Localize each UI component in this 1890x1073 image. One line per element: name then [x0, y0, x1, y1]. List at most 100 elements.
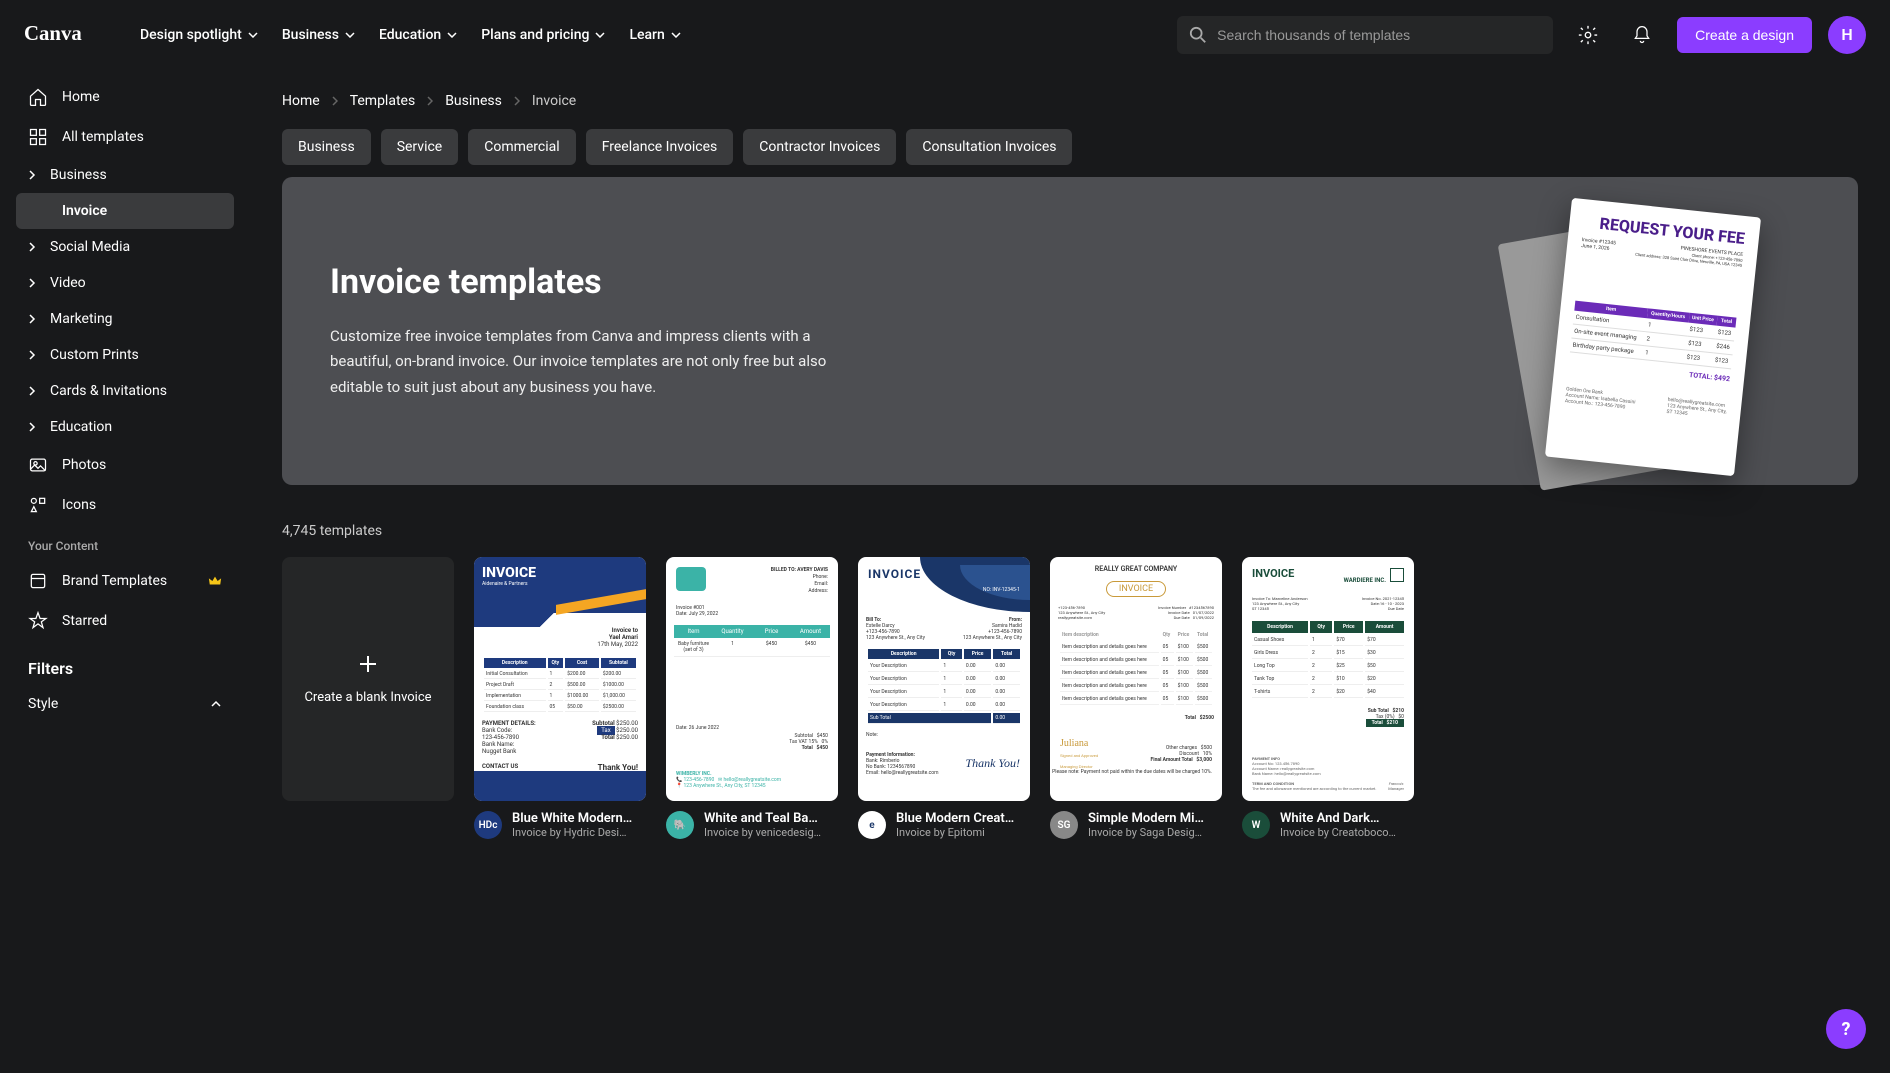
chip-contractor[interactable]: Contractor Invoices	[743, 129, 896, 165]
sidebar-item-business[interactable]: Business	[16, 157, 234, 193]
nav-learn[interactable]: Learn	[629, 27, 680, 43]
sidebar-item-label: Home	[62, 89, 100, 105]
your-content-heading: Your Content	[16, 525, 234, 561]
chevron-right-icon	[427, 96, 433, 106]
page-title: Invoice templates	[330, 262, 850, 302]
breadcrumb-templates[interactable]: Templates	[350, 93, 416, 109]
sidebar: Home All templates Business Invoice Soci…	[0, 69, 250, 1073]
chevron-right-icon	[28, 241, 36, 253]
template-card: BILLED TO: AVERY DAVISPhone:Email:Addres…	[666, 557, 838, 839]
nav-education[interactable]: Education	[379, 27, 457, 43]
chip-freelance[interactable]: Freelance Invoices	[586, 129, 734, 165]
templates-icon	[28, 127, 48, 147]
chip-business[interactable]: Business	[282, 129, 371, 165]
search-input[interactable]	[1217, 27, 1541, 43]
template-thumbnail[interactable]: BILLED TO: AVERY DAVISPhone:Email:Addres…	[666, 557, 838, 801]
author-avatar[interactable]: W	[1242, 811, 1270, 839]
canva-logo[interactable]: Canva	[24, 21, 104, 49]
template-title[interactable]: White and Teal Ba…	[704, 811, 838, 826]
sidebar-item-cards-invitations[interactable]: Cards & Invitations	[16, 373, 234, 409]
nav-plans-pricing[interactable]: Plans and pricing	[481, 27, 605, 43]
chevron-right-icon	[514, 96, 520, 106]
nav-menu: Design spotlight Business Education Plan…	[140, 27, 681, 43]
template-card: INVOICEAidenaire & Partners Invoice toYa…	[474, 557, 646, 839]
chip-consultation[interactable]: Consultation Invoices	[906, 129, 1072, 165]
search-icon	[1189, 26, 1207, 44]
content-area: Home Templates Business Invoice Business…	[250, 69, 1890, 1073]
sidebar-item-icons[interactable]: Icons	[16, 485, 234, 525]
create-design-button[interactable]: Create a design	[1677, 17, 1812, 53]
nav-label: Learn	[629, 27, 664, 43]
filter-chips: Business Service Commercial Freelance In…	[282, 129, 1858, 165]
sidebar-item-social-media[interactable]: Social Media	[16, 229, 234, 265]
author-avatar[interactable]: e	[858, 811, 886, 839]
sidebar-item-label: All templates	[62, 129, 144, 145]
sidebar-item-video[interactable]: Video	[16, 265, 234, 301]
sidebar-item-label: Education	[50, 419, 112, 435]
template-title[interactable]: Blue White Modern…	[512, 811, 646, 826]
template-thumbnail[interactable]: INVOICEWARDIERE INC. Invoice To: Marceli…	[1242, 557, 1414, 801]
sidebar-item-label: Video	[50, 275, 86, 291]
breadcrumb-home[interactable]: Home	[282, 93, 320, 109]
sidebar-item-home[interactable]: Home	[16, 77, 234, 117]
sidebar-item-education[interactable]: Education	[16, 409, 234, 445]
nav-business[interactable]: Business	[282, 27, 355, 43]
template-thumbnail[interactable]: INVOICEAidenaire & Partners Invoice toYa…	[474, 557, 646, 801]
sidebar-item-all-templates[interactable]: All templates	[16, 117, 234, 157]
template-title[interactable]: White And Dark…	[1280, 811, 1414, 826]
sidebar-item-label: Starred	[62, 613, 107, 629]
author-avatar[interactable]: HDc	[474, 811, 502, 839]
template-title[interactable]: Simple Modern Mi…	[1088, 811, 1222, 826]
avatar[interactable]: H	[1828, 16, 1866, 54]
sidebar-item-label: Invoice	[62, 203, 107, 219]
filter-style[interactable]: Style	[16, 686, 234, 722]
chip-service[interactable]: Service	[381, 129, 459, 165]
nav-design-spotlight[interactable]: Design spotlight	[140, 27, 258, 43]
chevron-right-icon	[28, 421, 36, 433]
sidebar-item-label: Brand Templates	[62, 573, 167, 589]
template-author: Invoice by Epitomi	[896, 826, 1030, 839]
sidebar-item-label: Cards & Invitations	[50, 383, 167, 399]
template-title[interactable]: Blue Modern Creat…	[896, 811, 1030, 826]
sidebar-item-label: Icons	[62, 497, 96, 513]
template-author: Invoice by venicedesig…	[704, 826, 838, 839]
blank-card-label: Create a blank Invoice	[304, 690, 431, 705]
author-avatar[interactable]: SG	[1050, 811, 1078, 839]
sidebar-item-starred[interactable]: Starred	[16, 601, 234, 641]
search-box[interactable]	[1177, 16, 1553, 54]
sidebar-item-custom-prints[interactable]: Custom Prints	[16, 337, 234, 373]
chevron-right-icon	[28, 385, 36, 397]
chevron-right-icon	[28, 313, 36, 325]
author-avatar[interactable]: 🐘	[666, 811, 694, 839]
sidebar-item-label: Social Media	[50, 239, 130, 255]
sidebar-item-label: Custom Prints	[50, 347, 139, 363]
nav-label: Business	[282, 27, 339, 43]
sidebar-item-label: Business	[50, 167, 107, 183]
chevron-down-icon	[345, 32, 355, 38]
plus-icon	[358, 654, 378, 674]
sidebar-item-photos[interactable]: Photos	[16, 445, 234, 485]
sidebar-item-invoice[interactable]: Invoice	[16, 193, 234, 229]
sidebar-item-brand-templates[interactable]: Brand Templates	[16, 561, 234, 601]
settings-button[interactable]	[1569, 16, 1607, 54]
crown-icon	[208, 574, 222, 588]
template-card: REALLY GREAT COMPANY INVOICE +123-456-78…	[1050, 557, 1222, 839]
photos-icon	[28, 455, 48, 475]
template-thumbnail[interactable]: REALLY GREAT COMPANY INVOICE +123-456-78…	[1050, 557, 1222, 801]
filters-heading: Filters	[16, 641, 234, 686]
create-blank-button[interactable]: Create a blank Invoice	[282, 557, 454, 801]
nav-label: Design spotlight	[140, 27, 242, 43]
chip-commercial[interactable]: Commercial	[468, 129, 575, 165]
breadcrumb-current: Invoice	[532, 93, 576, 109]
header: Canva Design spotlight Business Educatio…	[0, 0, 1890, 69]
chevron-down-icon	[447, 32, 457, 38]
template-thumbnail[interactable]: INVOICE NO: INV-12345-1 Bill To:Estelle …	[858, 557, 1030, 801]
notifications-button[interactable]	[1623, 16, 1661, 54]
hero-banner: Invoice templates Customize free invoice…	[282, 177, 1858, 485]
help-button[interactable]: ?	[1826, 1009, 1866, 1049]
breadcrumb-business[interactable]: Business	[445, 93, 502, 109]
brand-templates-icon	[28, 571, 48, 591]
sidebar-item-marketing[interactable]: Marketing	[16, 301, 234, 337]
template-card: INVOICE NO: INV-12345-1 Bill To:Estelle …	[858, 557, 1030, 839]
hero-illustration: REQUEST YOUR FEE Invoice #12345 June 1, …	[1498, 197, 1778, 477]
